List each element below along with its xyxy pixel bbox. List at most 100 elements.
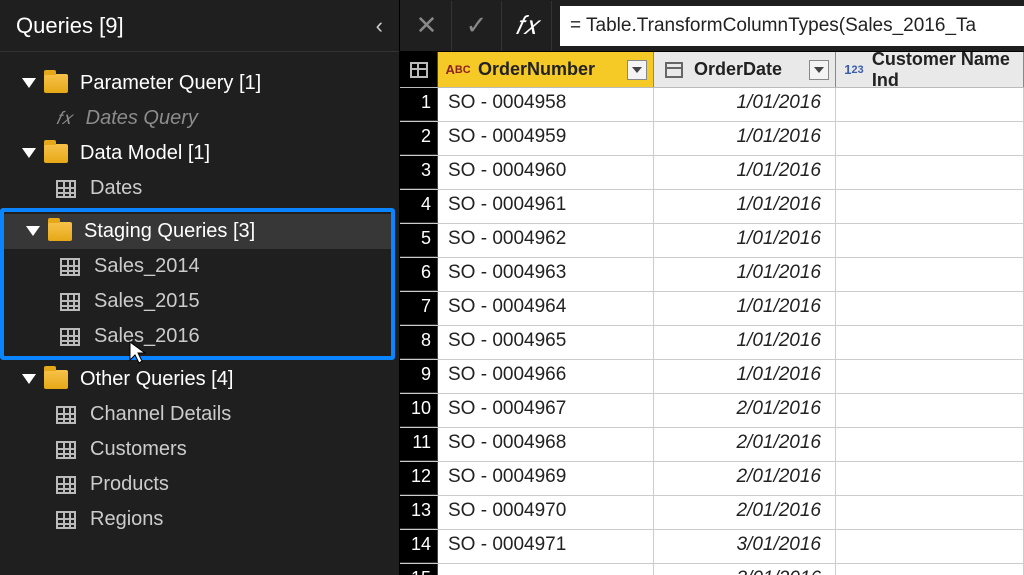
row-number[interactable]: 15 (400, 564, 438, 575)
table-row[interactable]: 1SO - 00049581/01/2016 (400, 88, 1024, 122)
select-all-corner[interactable] (400, 52, 438, 87)
cell-ordernumber[interactable]: SO - 0004960 (438, 156, 654, 189)
cell-ordernumber[interactable]: SO - 0004970 (438, 496, 654, 529)
table-icon (56, 180, 76, 198)
row-number[interactable]: 4 (400, 190, 438, 223)
row-number[interactable]: 3 (400, 156, 438, 189)
query-item[interactable]: Dates (0, 171, 399, 206)
row-number[interactable]: 6 (400, 258, 438, 291)
cell-ordernumber[interactable]: SO - 0004965 (438, 326, 654, 359)
table-row[interactable]: 5SO - 00049621/01/2016 (400, 224, 1024, 258)
row-number[interactable]: 10 (400, 394, 438, 427)
table-row[interactable]: 7SO - 00049641/01/2016 (400, 292, 1024, 326)
cell-orderdate[interactable]: 1/01/2016 (654, 292, 836, 325)
cell-ordernumber[interactable]: SO - 0004967 (438, 394, 654, 427)
cell-customer[interactable] (836, 88, 1024, 121)
cell-ordernumber[interactable]: SO - 0004958 (438, 88, 654, 121)
row-number[interactable]: 13 (400, 496, 438, 529)
cell-customer[interactable] (836, 462, 1024, 495)
column-header-orderdate[interactable]: OrderDate (654, 52, 836, 87)
cell-customer[interactable] (836, 326, 1024, 359)
cell-customer[interactable] (836, 394, 1024, 427)
table-row[interactable]: 12SO - 00049692/01/2016 (400, 462, 1024, 496)
cell-orderdate[interactable]: 3/01/2016 (654, 564, 836, 575)
query-item[interactable]: Regions (0, 502, 399, 537)
cell-customer[interactable] (836, 530, 1024, 563)
table-row[interactable]: 15 3/01/2016 (400, 564, 1024, 575)
table-row[interactable]: 6SO - 00049631/01/2016 (400, 258, 1024, 292)
folder-2[interactable]: Staging Queries [3] (4, 214, 391, 249)
row-number[interactable]: 8 (400, 326, 438, 359)
cell-ordernumber[interactable]: SO - 0004962 (438, 224, 654, 257)
row-number[interactable]: 14 (400, 530, 438, 563)
cell-orderdate[interactable]: 2/01/2016 (654, 428, 836, 461)
cell-ordernumber[interactable]: SO - 0004964 (438, 292, 654, 325)
cell-orderdate[interactable]: 1/01/2016 (654, 326, 836, 359)
row-number[interactable]: 1 (400, 88, 438, 121)
cell-customer[interactable] (836, 156, 1024, 189)
cell-ordernumber[interactable]: SO - 0004968 (438, 428, 654, 461)
cell-orderdate[interactable]: 2/01/2016 (654, 462, 836, 495)
cell-customer[interactable] (836, 496, 1024, 529)
folder-3[interactable]: Other Queries [4] (0, 362, 399, 397)
cell-ordernumber[interactable] (438, 564, 654, 575)
cell-orderdate[interactable]: 3/01/2016 (654, 530, 836, 563)
query-item[interactable]: Sales_2015 (4, 284, 391, 319)
row-number[interactable]: 2 (400, 122, 438, 155)
cell-orderdate[interactable]: 1/01/2016 (654, 190, 836, 223)
cell-ordernumber[interactable]: SO - 0004966 (438, 360, 654, 393)
cell-ordernumber[interactable]: SO - 0004969 (438, 462, 654, 495)
column-filter-button[interactable] (627, 60, 647, 80)
folder-0[interactable]: Parameter Query [1] (0, 66, 399, 101)
cell-customer[interactable] (836, 224, 1024, 257)
query-item[interactable]: Sales_2016 (4, 319, 391, 354)
cell-orderdate[interactable]: 1/01/2016 (654, 360, 836, 393)
commit-formula-button[interactable]: ✓ (452, 1, 502, 51)
row-number[interactable]: 11 (400, 428, 438, 461)
fx-button[interactable]: 𝑓𝑥 (502, 1, 552, 51)
cell-orderdate[interactable]: 1/01/2016 (654, 258, 836, 291)
cell-ordernumber[interactable]: SO - 0004963 (438, 258, 654, 291)
cell-ordernumber[interactable]: SO - 0004971 (438, 530, 654, 563)
table-row[interactable]: 11SO - 00049682/01/2016 (400, 428, 1024, 462)
query-item[interactable]: Customers (0, 432, 399, 467)
column-header-ordernumber[interactable]: ABC OrderNumber (438, 52, 654, 87)
table-row[interactable]: 13SO - 00049702/01/2016 (400, 496, 1024, 530)
query-item[interactable]: Channel Details (0, 397, 399, 432)
cell-orderdate[interactable]: 2/01/2016 (654, 394, 836, 427)
cell-orderdate[interactable]: 1/01/2016 (654, 156, 836, 189)
cell-customer[interactable] (836, 190, 1024, 223)
folder-1[interactable]: Data Model [1] (0, 136, 399, 171)
query-item[interactable]: Products (0, 467, 399, 502)
table-row[interactable]: 9SO - 00049661/01/2016 (400, 360, 1024, 394)
table-row[interactable]: 8SO - 00049651/01/2016 (400, 326, 1024, 360)
query-item[interactable]: 𝑓𝑥Dates Query (0, 101, 399, 136)
table-row[interactable]: 3SO - 00049601/01/2016 (400, 156, 1024, 190)
table-row[interactable]: 4SO - 00049611/01/2016 (400, 190, 1024, 224)
cancel-formula-button[interactable]: ✕ (402, 1, 452, 51)
formula-input[interactable]: = Table.TransformColumnTypes(Sales_2016_… (560, 6, 1024, 46)
cell-ordernumber[interactable]: SO - 0004961 (438, 190, 654, 223)
column-filter-button[interactable] (809, 60, 829, 80)
row-number[interactable]: 9 (400, 360, 438, 393)
cell-customer[interactable] (836, 428, 1024, 461)
cell-customer[interactable] (836, 360, 1024, 393)
cell-customer[interactable] (836, 258, 1024, 291)
cell-ordernumber[interactable]: SO - 0004959 (438, 122, 654, 155)
cell-customer[interactable] (836, 564, 1024, 575)
query-item[interactable]: Sales_2014 (4, 249, 391, 284)
collapse-pane-icon[interactable]: ‹ (376, 13, 383, 39)
cell-customer[interactable] (836, 292, 1024, 325)
row-number[interactable]: 7 (400, 292, 438, 325)
table-row[interactable]: 14SO - 00049713/01/2016 (400, 530, 1024, 564)
cell-orderdate[interactable]: 1/01/2016 (654, 122, 836, 155)
cell-orderdate[interactable]: 2/01/2016 (654, 496, 836, 529)
column-header-customer[interactable]: 123 Customer Name Ind (836, 52, 1024, 87)
table-row[interactable]: 2SO - 00049591/01/2016 (400, 122, 1024, 156)
cell-orderdate[interactable]: 1/01/2016 (654, 224, 836, 257)
table-row[interactable]: 10SO - 00049672/01/2016 (400, 394, 1024, 428)
row-number[interactable]: 5 (400, 224, 438, 257)
cell-orderdate[interactable]: 1/01/2016 (654, 88, 836, 121)
cell-customer[interactable] (836, 122, 1024, 155)
row-number[interactable]: 12 (400, 462, 438, 495)
